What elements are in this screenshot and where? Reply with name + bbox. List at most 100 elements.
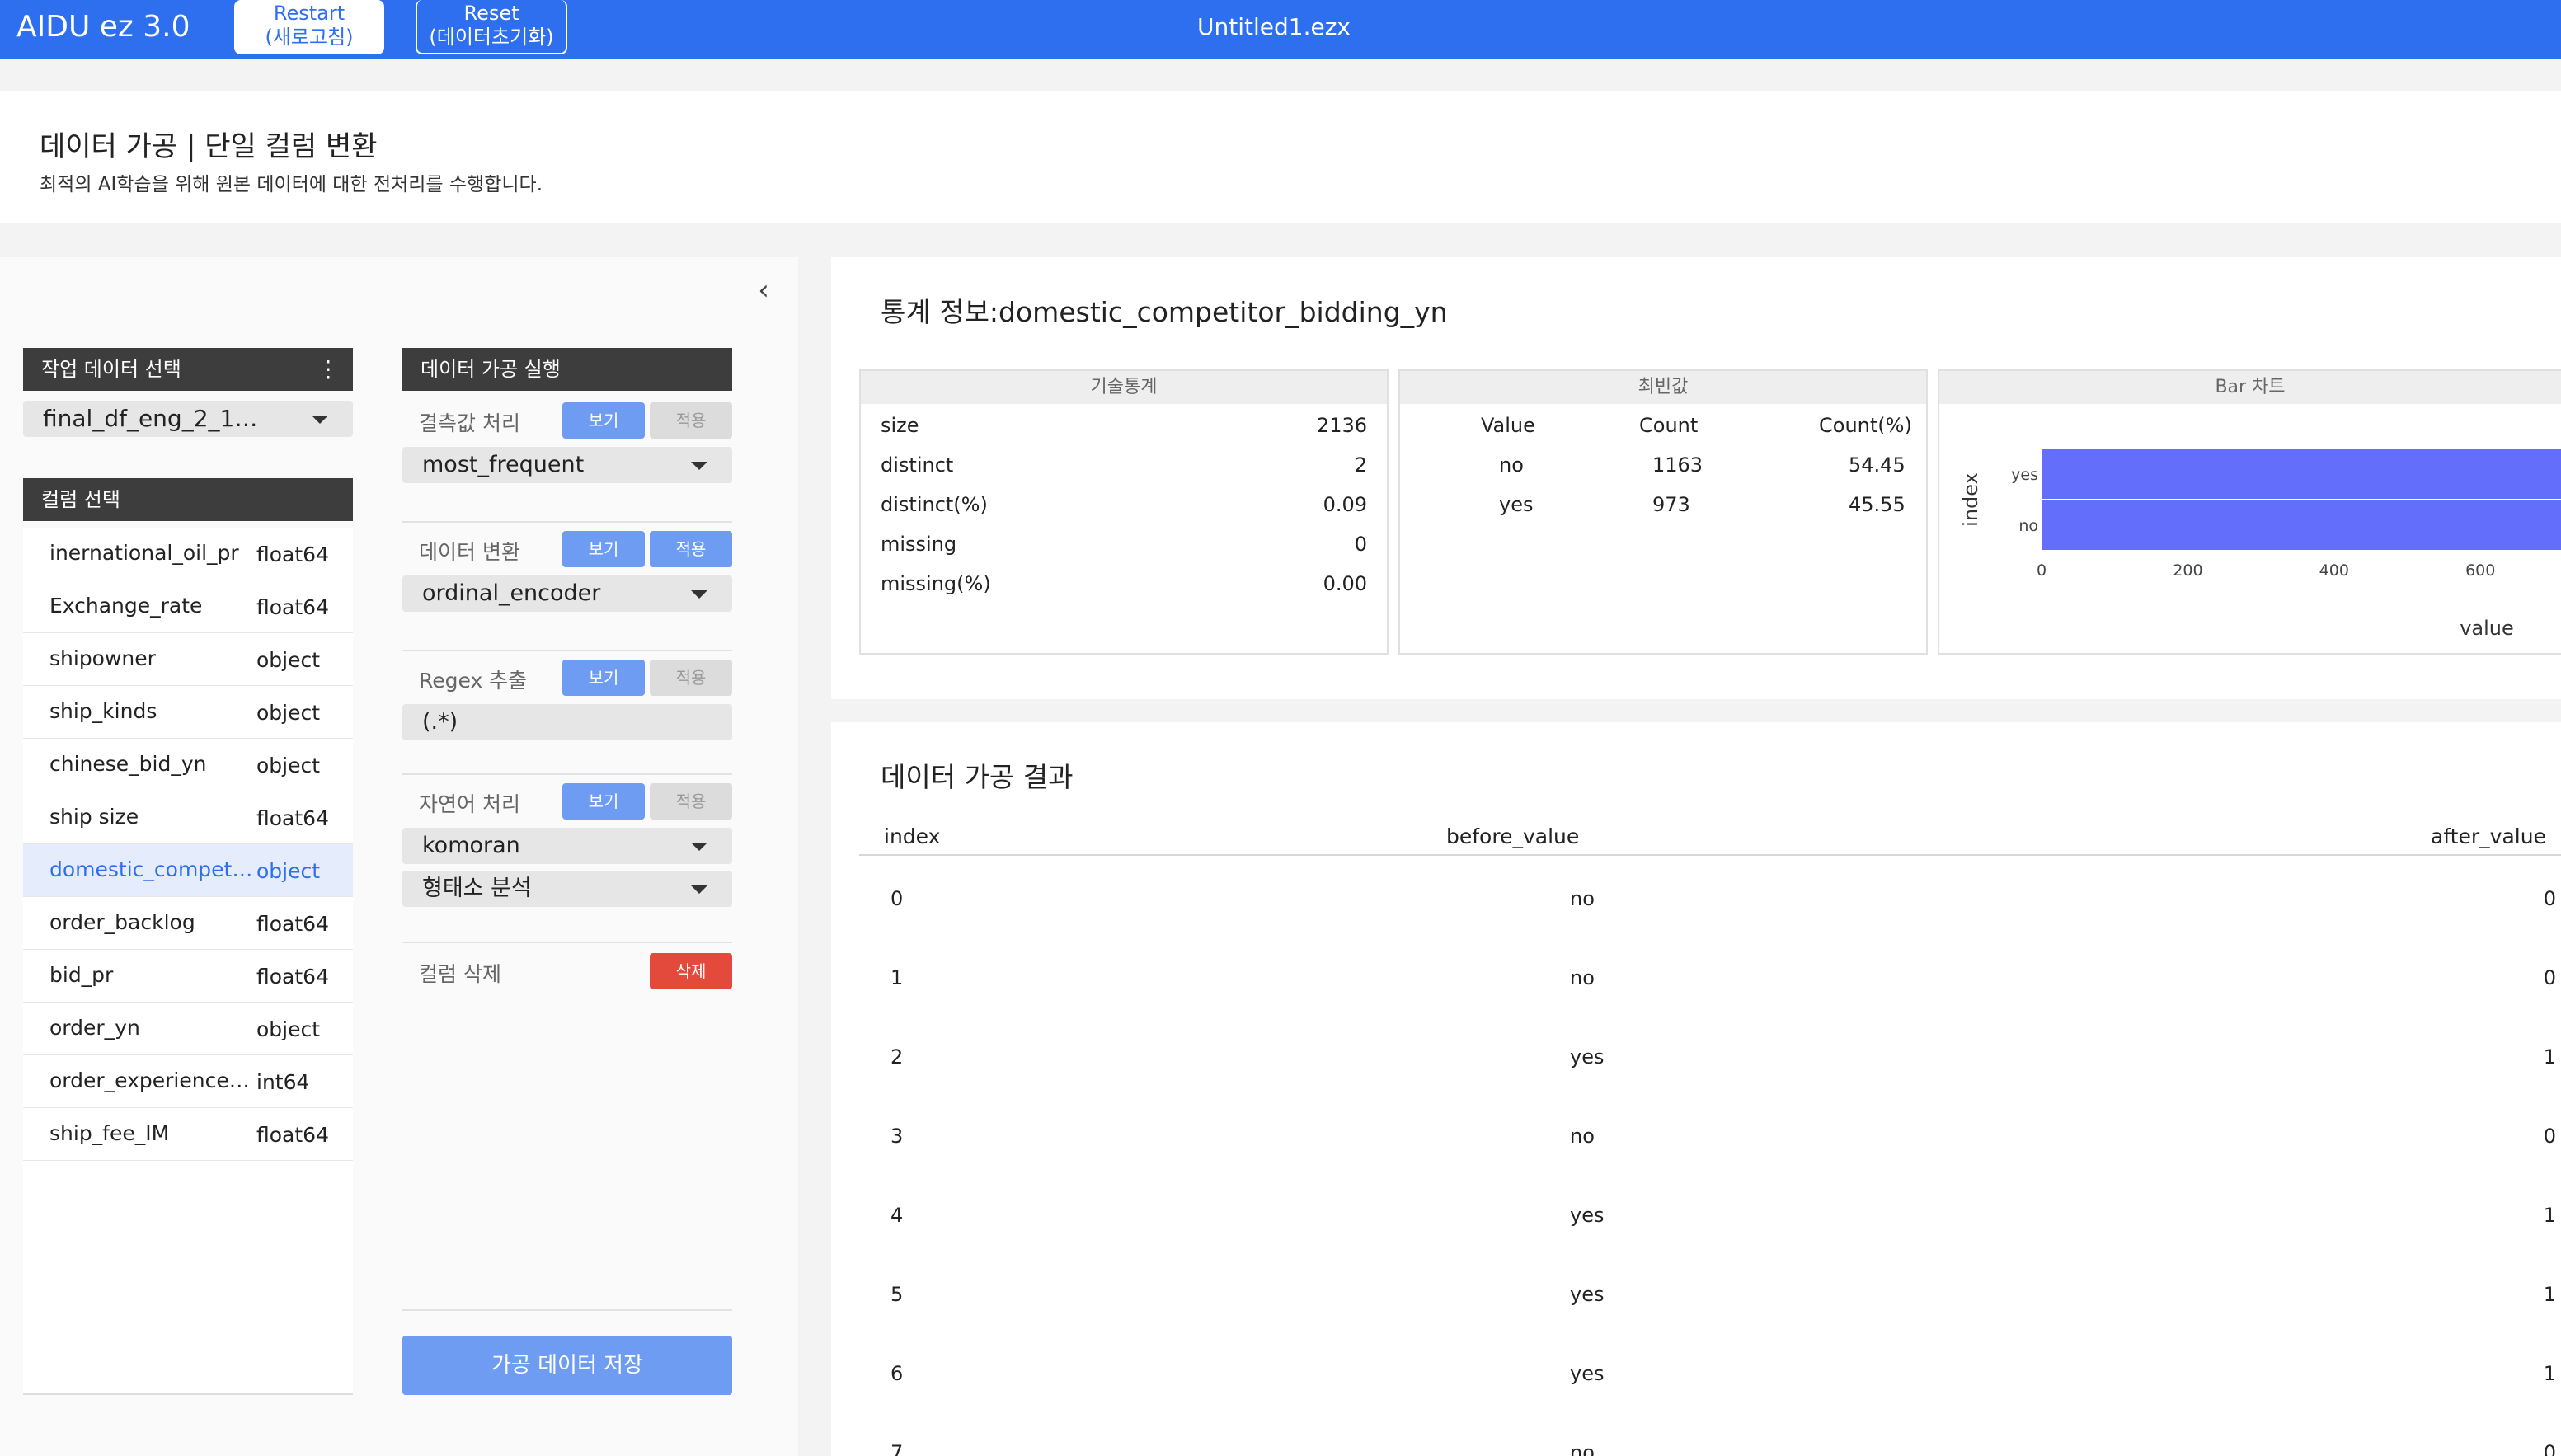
delete-column-button[interactable]: 삭제 [650,953,732,989]
work-data-select[interactable]: final_df_eng_2_1… [23,401,353,437]
chevron-down-icon [691,843,707,851]
nlp-mode-value: 형태소 분석 [422,876,532,901]
result-before-value: yes [1570,1362,1605,1385]
result-before-value: yes [1570,1204,1605,1227]
column-name: ship size [49,805,139,829]
chevron-down-icon [312,416,328,424]
regex-input[interactable]: (.*) [402,704,732,740]
nlp-label: 자연어 처리 [419,792,520,816]
column-type: float64 [256,806,329,830]
column-name: inernational_oil_pr [49,541,239,565]
freq-pct: 45.55 [1849,493,1905,516]
column-type: float64 [256,1123,329,1147]
result-table-row: 7 no 0 [859,1411,2561,1456]
processing-panel: 데이터 가공 실행 결측값 처리 보기 적용 most_frequent 데이터… [402,257,732,1456]
column-list-item[interactable]: shipowner object [23,633,353,686]
divider [402,650,732,651]
column-name: order_backlog [49,910,195,934]
column-select-header-label: 컬럼 선택 [41,488,120,511]
divider [402,942,732,943]
result-table-row: 5 yes 1 [859,1253,2561,1332]
column-list-item[interactable]: domestic_competit… object [23,844,353,897]
result-after-value: 0 [2543,1441,2556,1456]
result-index: 0 [890,887,904,910]
work-data-header-label: 작업 데이터 선택 [41,358,181,381]
column-list-item[interactable]: bid_pr float64 [23,950,353,1003]
descriptive-stats-header: 기술통계 [861,371,1387,404]
column-name: order_yn [49,1016,140,1040]
restart-button[interactable]: Restart (새로고침) [234,0,384,54]
result-before-value: no [1570,966,1595,989]
result-after-value: 1 [2543,1204,2556,1227]
desc-stat-key: distinct [881,453,954,477]
column-type: object [256,754,321,777]
regex-input-value: (.*) [422,709,458,735]
result-table-row: 2 yes 1 [859,1016,2561,1095]
transform-view-button[interactable]: 보기 [562,531,645,567]
missing-apply-button[interactable]: 적용 [650,402,732,439]
bar-chart: yes no 0 200 400 600 value index [1959,449,2561,640]
column-name: shipowner [49,646,156,670]
result-index: 7 [890,1441,904,1456]
column-name: bid_pr [49,963,114,987]
missing-view-button[interactable]: 보기 [562,402,645,439]
result-table-row: 6 yes 1 [859,1332,2561,1411]
nlp-mode-select[interactable]: 형태소 분석 [402,871,732,907]
page-title: 데이터 가공 | 단일 컬럼 변환 [40,130,378,163]
regex-view-button[interactable]: 보기 [562,660,645,696]
missing-method-select[interactable]: most_frequent [402,447,732,483]
freq-value: no [1499,453,1524,477]
column-list-item[interactable]: ship size float64 [23,791,353,844]
frequency-box: 최빈값 Value Count Count(%) no 1163 54.45 yes 9… [1398,369,1928,655]
y-tick-label: no [2018,517,2038,535]
stats-panel: 통계 정보:domestic_competitor_bidding_yn 기술통… [831,257,2561,699]
column-name: chinese_bid_yn [49,752,207,776]
chevron-down-icon [691,462,707,470]
kebab-menu-icon[interactable]: ⋮ [317,348,340,391]
column-list-item[interactable]: order_experience_OE int64 [23,1055,353,1108]
desc-stat-key: missing [881,533,957,556]
work-data-header: 작업 데이터 선택 ⋮ [23,348,353,391]
column-name: domestic_competit… [49,857,254,881]
desc-stat-value: 0.09 [1323,493,1367,516]
column-list-item[interactable]: order_backlog float64 [23,897,353,950]
collapse-chevron-icon[interactable]: ‹ [747,275,780,308]
column-list-item[interactable]: inernational_oil_pr float64 [23,528,353,580]
work-data-select-value: final_df_eng_2_1… [43,405,258,432]
result-index: 2 [890,1045,904,1069]
column-list-item[interactable]: ship_kinds object [23,686,353,739]
bar-no [2042,500,2561,550]
result-before-value: yes [1570,1283,1605,1306]
column-list-item[interactable]: ship_fee_IM float64 [23,1108,353,1161]
nlp-apply-button[interactable]: 적용 [650,783,732,820]
result-col-after: after_value [2431,824,2546,848]
result-header-divider [859,854,2561,856]
left-panel: ‹ 작업 데이터 선택 ⋮ final_df_eng_2_1… 컬럼 선택 in… [0,257,798,1456]
nlp-view-button[interactable]: 보기 [562,783,645,820]
column-type: int64 [256,1070,310,1094]
transform-method-select[interactable]: ordinal_encoder [402,575,732,612]
save-processed-data-button[interactable]: 가공 데이터 저장 [402,1336,732,1395]
x-axis-label: value [2460,617,2514,640]
column-list-item[interactable]: chinese_bid_yn object [23,739,353,791]
column-list-item[interactable]: Exchange_rate float64 [23,580,353,633]
reset-button[interactable]: Reset (데이터초기화) [416,0,567,54]
chevron-down-icon [691,885,707,894]
result-table-row: 1 no 0 [859,937,2561,1016]
result-before-value: no [1570,887,1595,910]
top-bar: AIDU ez 3.0 Restart (새로고침) Reset (데이터초기화… [0,0,2561,59]
column-list: inernational_oil_pr float64 Exchange_rate f… [23,528,353,1395]
result-after-value: 0 [2543,887,2556,910]
page-header: 데이터 가공 | 단일 컬럼 변환 최적의 AI학습을 위해 원본 데이터에 대… [0,91,2561,223]
processing-header: 데이터 가공 실행 [402,348,732,391]
transform-apply-button[interactable]: 적용 [650,531,732,567]
result-after-value: 1 [2543,1362,2556,1385]
column-list-item[interactable]: order_yn object [23,1003,353,1055]
result-before-value: yes [1570,1045,1605,1069]
freq-col-value: Value [1481,414,1535,437]
result-index: 3 [890,1125,904,1148]
transform-method-value: ordinal_encoder [422,580,601,606]
regex-apply-button[interactable]: 적용 [650,660,732,696]
nlp-engine-value: komoran [422,833,520,858]
nlp-engine-select[interactable]: komoran [402,828,732,864]
